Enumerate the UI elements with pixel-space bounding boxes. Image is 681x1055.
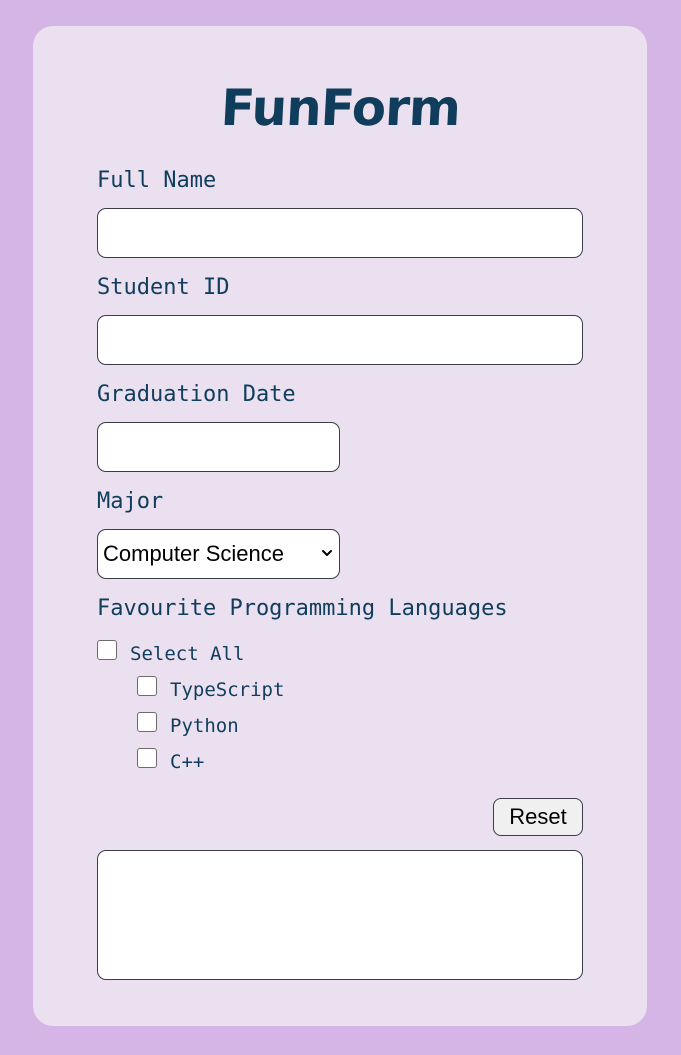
select-all-checkbox[interactable] bbox=[97, 640, 117, 660]
python-label: Python bbox=[170, 715, 239, 737]
student-id-label: Student ID bbox=[97, 275, 230, 300]
cpp-label: C++ bbox=[170, 751, 205, 773]
chevron-down-icon bbox=[322, 550, 332, 556]
major-label: Major bbox=[97, 489, 164, 514]
full-name-label: Full Name bbox=[97, 168, 217, 193]
languages-label: Favourite Programming Languages bbox=[97, 596, 508, 621]
full-name-input[interactable] bbox=[97, 208, 583, 258]
graduation-date-input[interactable] bbox=[97, 422, 340, 472]
reset-button[interactable]: Reset bbox=[493, 798, 583, 836]
typescript-label: TypeScript bbox=[170, 679, 285, 701]
cpp-checkbox[interactable] bbox=[137, 748, 157, 768]
typescript-checkbox[interactable] bbox=[137, 676, 157, 696]
page-title: FunForm bbox=[219, 79, 462, 137]
student-id-input[interactable] bbox=[97, 315, 583, 365]
python-checkbox[interactable] bbox=[137, 712, 157, 732]
major-selected-value: Computer Science bbox=[103, 541, 284, 566]
major-select[interactable]: Computer Science bbox=[97, 529, 340, 579]
select-all-label: Select All bbox=[130, 643, 245, 665]
graduation-date-label: Graduation Date bbox=[97, 382, 296, 407]
output-textarea[interactable] bbox=[97, 850, 583, 980]
